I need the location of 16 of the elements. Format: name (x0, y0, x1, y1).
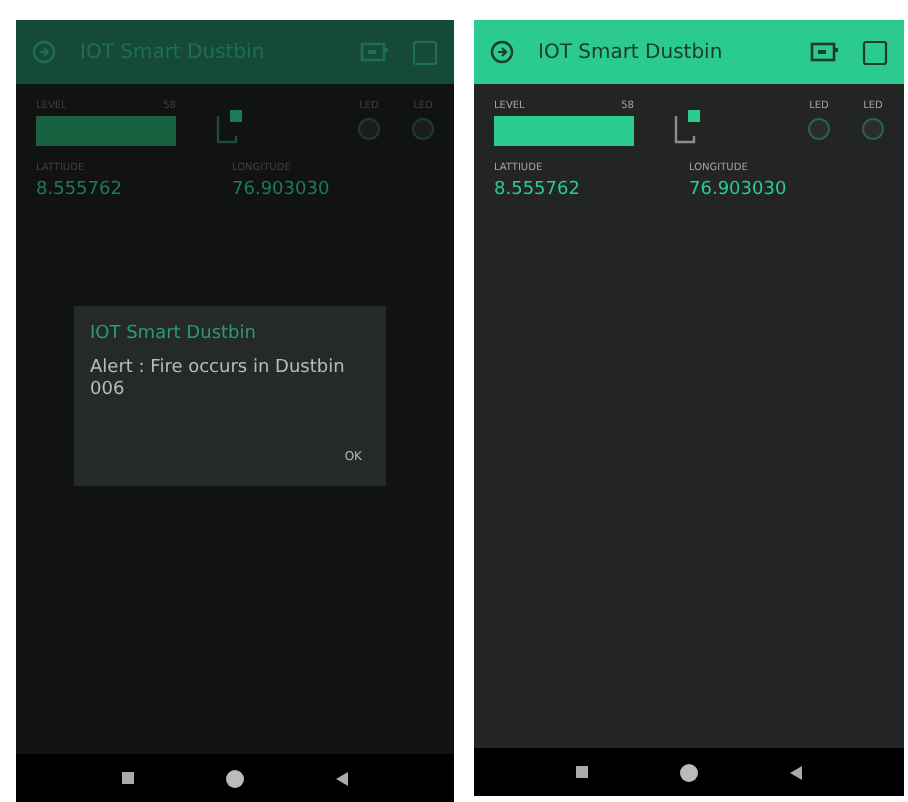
value-display: 76.903030 (689, 180, 789, 200)
value-display: 8.555762 (494, 180, 582, 200)
square-icon[interactable] (862, 39, 888, 65)
value-display: 76.903030 (232, 180, 332, 200)
phone-icon[interactable] (674, 108, 702, 144)
back-icon[interactable] (336, 771, 348, 785)
device-icon[interactable] (810, 42, 838, 62)
exit-icon[interactable] (490, 40, 514, 64)
value-display: 8.555762 (36, 180, 124, 200)
home-icon[interactable] (226, 769, 244, 787)
app-title: IOT Smart Dustbin (538, 41, 725, 63)
dialog-title: IOT Smart Dustbin (90, 324, 258, 344)
dialog-message: Alert : Fire occurs in Dustbin 006 (90, 358, 347, 402)
back-icon[interactable] (790, 765, 802, 779)
home-icon[interactable] (680, 763, 698, 781)
phone-icon[interactable] (216, 108, 244, 144)
